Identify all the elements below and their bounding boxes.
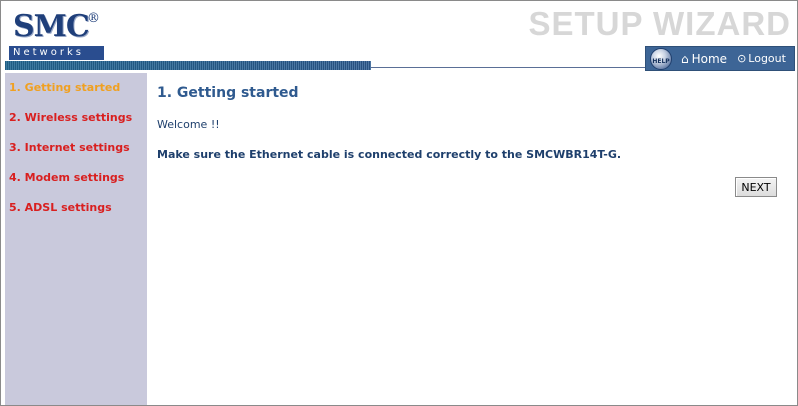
home-label: Home	[691, 51, 728, 66]
logout-link[interactable]: ⊙ Logout	[737, 52, 786, 65]
logo-registered-mark: ®	[87, 11, 100, 26]
sidebar-item-internet-settings[interactable]: 3. Internet settings	[5, 133, 147, 163]
logo-text: SMC	[13, 9, 90, 44]
header-band	[5, 61, 371, 70]
sidebar-item-modem-settings[interactable]: 4. Modem settings	[5, 163, 147, 193]
logo-subtitle: Networks	[9, 46, 104, 60]
sidebar-item-adsl-settings[interactable]: 5. ADSL settings	[5, 193, 147, 223]
sidebar: 1. Getting started 2. Wireless settings …	[5, 73, 147, 405]
top-nav: HELP ⌂ Home ⊙ Logout	[645, 46, 795, 71]
home-link[interactable]: ⌂ Home	[681, 52, 727, 66]
main-content: 1. Getting started Welcome !! Make sure …	[157, 73, 787, 403]
header-title: SETUP WIZARD	[528, 5, 791, 42]
sidebar-item-wireless-settings[interactable]: 2. Wireless settings	[5, 103, 147, 133]
help-icon-label: HELP	[652, 57, 670, 65]
logout-icon: ⊙	[737, 52, 747, 65]
smc-logo: SMC ® Networks	[5, 5, 108, 61]
home-icon: ⌂	[681, 51, 689, 66]
welcome-text: Welcome !!	[157, 118, 220, 131]
sidebar-item-getting-started[interactable]: 1. Getting started	[5, 73, 147, 103]
next-button[interactable]: NEXT	[735, 177, 777, 197]
instruction-text: Make sure the Ethernet cable is connecte…	[157, 148, 622, 161]
logout-label: Logout	[748, 52, 786, 65]
help-icon[interactable]: HELP	[650, 47, 672, 70]
page-frame: SMC ® Networks SETUP WIZARD HELP ⌂ Home …	[0, 0, 798, 406]
page-title: 1. Getting started	[157, 85, 299, 101]
